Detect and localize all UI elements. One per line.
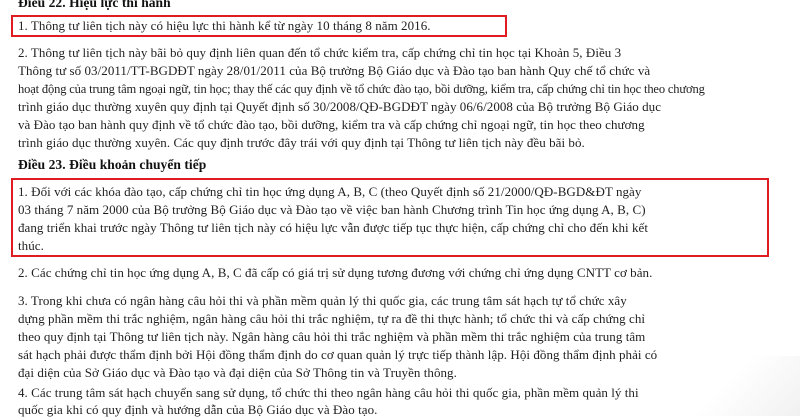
paragraph-line: 4. Các trung tâm sát hạch chuyển sang sử…	[18, 385, 639, 400]
article-22-heading: Điều 22. Hiệu lực thi hành	[18, 0, 171, 10]
paragraph-line: đại diện của Sở Giáo dục và Đào tạo và đ…	[18, 365, 457, 380]
paragraph-line: trình giáo dục thường xuyên. Các quy địn…	[18, 135, 585, 150]
paragraph-line: sát hạch phải được thẩm định bởi Hội đồn…	[18, 347, 658, 362]
paragraph-line: đang triển khai trước ngày Thông tư liên…	[18, 220, 648, 235]
paragraph-line: 3. Trong khi chưa có ngân hàng câu hỏi t…	[18, 293, 627, 308]
paragraph-line: 2. Thông tư liên tịch này bãi bỏ quy địn…	[18, 45, 622, 60]
paragraph-line: trình giáo dục thường xuyên quy định tại…	[18, 99, 662, 114]
paragraph-line: Thông tư số 03/2011/TT-BGDĐT ngày 28/01/…	[18, 63, 651, 78]
paragraph-line: 1. Đối với các khóa đào tạo, cấp chứng c…	[18, 184, 642, 199]
document-page: Điều 22. Hiệu lực thi hành 1. Thông tư l…	[0, 0, 800, 417]
article-23-heading: Điều 23. Điều khoản chuyển tiếp	[18, 157, 207, 172]
paragraph-line: và Đào tạo ban hành quy định về tổ chức …	[18, 117, 645, 132]
paragraph-line: thúc.	[18, 238, 44, 253]
paragraph-line: dựng phần mềm thi trắc nghiệm, ngân hàng…	[18, 311, 646, 326]
paragraph-line: theo quy định tại Thông tư liên tịch này…	[18, 329, 646, 344]
paragraph-line: hoạt động của trung tâm ngoại ngữ, tin h…	[18, 82, 705, 96]
article-22-item-1: 1. Thông tư liên tịch này có hiệu lực th…	[18, 18, 431, 33]
paragraph-line: 03 tháng 7 năm 2000 của Bộ trưởng Bộ Giá…	[18, 202, 646, 217]
page-shadow	[680, 356, 800, 416]
article-23-item-2: 2. Các chứng chỉ tin học ứng dụng A, B, …	[18, 265, 653, 280]
